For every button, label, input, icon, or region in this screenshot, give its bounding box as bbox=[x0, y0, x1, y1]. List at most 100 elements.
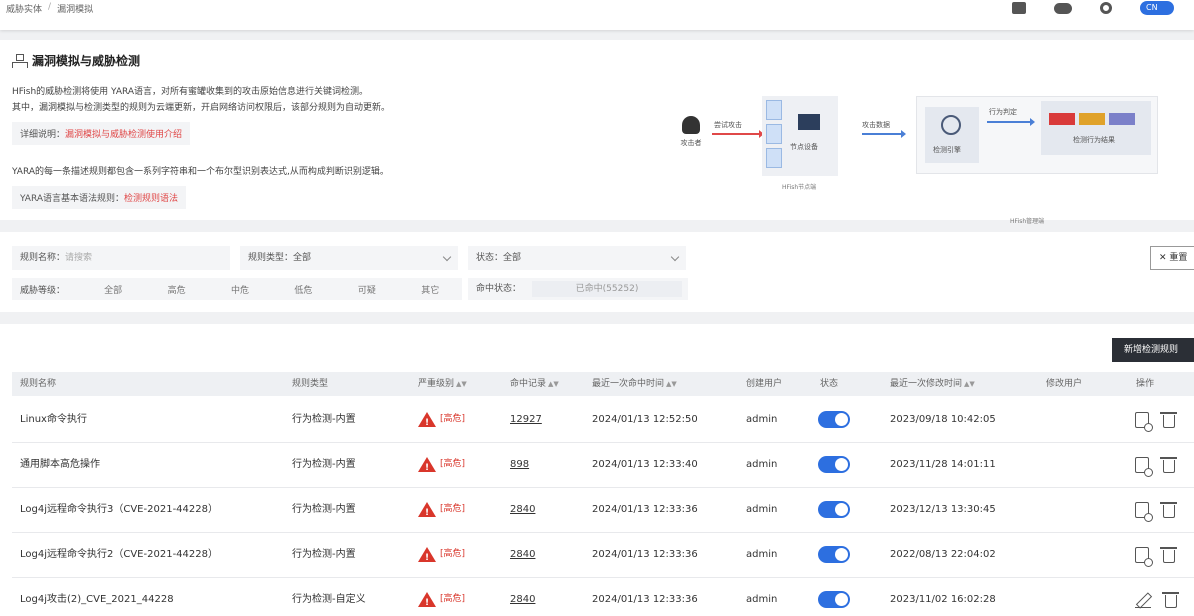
detail-link[interactable]: 漏洞模拟与威胁检测使用介绍 bbox=[65, 130, 182, 140]
last-mod-cell: 2023/11/02 16:02:28 bbox=[890, 594, 996, 605]
status-toggle[interactable] bbox=[818, 501, 850, 518]
chevron-down-icon bbox=[670, 252, 680, 262]
top-bar: 威胁实体 / 漏洞模拟 CN bbox=[0, 0, 1194, 30]
level-option-medium[interactable]: 中危 bbox=[208, 283, 271, 296]
rule-type-cell: 行为检测-内置 bbox=[292, 549, 356, 560]
gear-icon[interactable] bbox=[1100, 2, 1112, 14]
threat-level-filter: 威胁等级： 全部 高危 中危 低危 可疑 其它 bbox=[12, 278, 462, 300]
th-status: 状态 bbox=[820, 379, 839, 389]
intro-description: HFish的威胁检测将使用 YARA语言，对所有蜜罐收集到的攻击原始信息进行关键… bbox=[12, 84, 472, 116]
hit-count-link[interactable]: 2840 bbox=[510, 488, 535, 532]
rule-type-cell: 行为检测-内置 bbox=[292, 504, 356, 515]
edit-icon[interactable] bbox=[1135, 592, 1151, 608]
hit-count-link[interactable]: 12927 bbox=[510, 398, 542, 442]
node-device-box: 节点设备 bbox=[762, 96, 838, 176]
attack-arrow-label: 尝试攻击 bbox=[714, 121, 742, 129]
detail-label: 详细说明： bbox=[20, 130, 66, 140]
trash-icon[interactable] bbox=[1160, 412, 1177, 428]
yara-description: YARA的每一条描述规则都包含一系列字符串和一个布尔型识别表达式,从而构成判断识… bbox=[12, 167, 389, 177]
result-chip-mid bbox=[1079, 113, 1105, 125]
row-actions bbox=[1135, 502, 1177, 522]
last-mod-cell: 2023/09/18 10:42:05 bbox=[890, 414, 996, 425]
engine-label: 检测引擎 bbox=[933, 146, 961, 154]
rule-type-cell: 行为检测-自定义 bbox=[292, 594, 366, 605]
view-detail-icon[interactable] bbox=[1135, 547, 1153, 567]
behavior-arrow bbox=[987, 118, 1035, 126]
rule-type-cell: 行为检测-内置 bbox=[292, 414, 356, 425]
page-title: 漏洞模拟与威胁检测 bbox=[12, 52, 140, 69]
chat-icon[interactable] bbox=[1054, 2, 1072, 14]
yara-tag: YARA语言基本语法规则：检测规则语法 bbox=[12, 186, 187, 209]
warning-triangle-icon bbox=[418, 456, 436, 476]
hit-count-link[interactable]: 2840 bbox=[510, 578, 535, 616]
rule-type-cell: 行为检测-内置 bbox=[292, 459, 356, 470]
status-toggle[interactable] bbox=[818, 546, 850, 563]
th-last-mod[interactable]: 最近一次修改时间 ▲▼ bbox=[890, 372, 975, 396]
view-detail-icon[interactable] bbox=[1135, 457, 1153, 477]
chevron-down-icon bbox=[442, 252, 452, 262]
severity-text: [高危] bbox=[440, 459, 466, 469]
breadcrumb-item-entity[interactable]: 威胁实体 bbox=[6, 2, 42, 15]
severity-cell: [高危] bbox=[418, 591, 466, 611]
node-caption: HFish节点端 bbox=[782, 184, 817, 191]
manager-box: 检测引擎 行为判定 检测行为结果 bbox=[916, 96, 1158, 174]
reset-button[interactable]: ✕ 重置 bbox=[1150, 246, 1194, 270]
rule-name-label: 规则名称： bbox=[20, 253, 66, 263]
rule-name-cell: Log4j远程命令执行2（CVE-2021-44228） bbox=[20, 549, 218, 560]
add-rule-button[interactable]: 新增检测规则 bbox=[1112, 338, 1194, 362]
language-toggle[interactable]: CN bbox=[1140, 1, 1174, 15]
table-row: Log4j远程命令执行3（CVE-2021-44228） 行为检测-内置 [高危] 2… bbox=[12, 488, 1194, 533]
row-actions bbox=[1135, 592, 1179, 608]
severity-text: [高危] bbox=[440, 594, 466, 604]
breadcrumb: 威胁实体 / 漏洞模拟 bbox=[6, 2, 93, 15]
yara-label: YARA语言基本语法规则： bbox=[20, 194, 125, 204]
view-detail-icon[interactable] bbox=[1135, 502, 1153, 522]
level-option-low[interactable]: 低危 bbox=[272, 283, 335, 296]
level-option-suspicious[interactable]: 可疑 bbox=[335, 283, 398, 296]
rule-name-cell: Log4j攻击(2)_CVE_2021_44228 bbox=[20, 594, 174, 605]
severity-cell: [高危] bbox=[418, 501, 465, 521]
attack-data-label: 攻击数据 bbox=[862, 121, 890, 129]
rule-type-select[interactable]: 规则类型：全部 bbox=[240, 246, 458, 270]
node-device-label: 节点设备 bbox=[790, 143, 818, 151]
status-toggle[interactable] bbox=[818, 591, 850, 608]
hit-status-label: 命中状态： bbox=[476, 284, 522, 294]
view-detail-icon[interactable] bbox=[1135, 412, 1153, 432]
creator-cell: admin bbox=[746, 414, 778, 425]
level-option-all[interactable]: 全部 bbox=[81, 283, 144, 296]
th-hits[interactable]: 命中记录 ▲▼ bbox=[510, 372, 559, 396]
rule-name-filter[interactable]: 规则名称：请搜索 bbox=[12, 246, 230, 270]
status-select[interactable]: 状态：全部 bbox=[468, 246, 686, 270]
report-icon[interactable] bbox=[1012, 2, 1026, 14]
result-label: 检测行为结果 bbox=[1073, 136, 1115, 144]
th-last-hit[interactable]: 最近一次命中时间 ▲▼ bbox=[592, 372, 677, 396]
result-box: 检测行为结果 bbox=[1041, 101, 1151, 155]
yara-link[interactable]: 检测规则语法 bbox=[124, 194, 178, 204]
last-hit-cell: 2024/01/13 12:33:40 bbox=[592, 459, 698, 470]
status-toggle[interactable] bbox=[818, 456, 850, 473]
creator-cell: admin bbox=[746, 459, 778, 470]
manager-caption: HFish管理端 bbox=[1010, 218, 1045, 225]
status-toggle[interactable] bbox=[818, 411, 850, 428]
level-option-other[interactable]: 其它 bbox=[399, 283, 462, 296]
th-ops: 操作 bbox=[1136, 379, 1155, 389]
rule-name-cell: Log4j远程命令执行3（CVE-2021-44228） bbox=[20, 504, 218, 515]
trash-icon[interactable] bbox=[1160, 547, 1177, 563]
level-option-high[interactable]: 高危 bbox=[145, 283, 208, 296]
table-header: 规则名称 规则类型 严重级别 ▲▼ 命中记录 ▲▼ 最近一次命中时间 ▲▼ 创建用户 … bbox=[12, 372, 1194, 396]
behavior-label: 行为判定 bbox=[989, 108, 1017, 116]
architecture-diagram: 攻击者 尝试攻击 节点设备 HFish节点端 攻击数据 检测引擎 行为判定 检测… bbox=[670, 96, 1160, 225]
trash-icon[interactable] bbox=[1160, 457, 1177, 473]
table-row: Log4j攻击(2)_CVE_2021_44228 行为检测-自定义 [高危] 284… bbox=[12, 578, 1194, 616]
hit-count-link[interactable]: 2840 bbox=[510, 533, 535, 577]
th-severity[interactable]: 严重级别 ▲▼ bbox=[418, 372, 467, 396]
rule-name-placeholder: 请搜索 bbox=[65, 253, 93, 263]
hit-count-link[interactable]: 898 bbox=[510, 443, 529, 487]
warning-triangle-icon bbox=[418, 411, 436, 431]
last-hit-cell: 2024/01/13 12:33:36 bbox=[592, 504, 698, 515]
hit-status-value[interactable]: 已命中(55252) bbox=[532, 281, 682, 297]
rule-name-cell: Linux命令执行 bbox=[20, 414, 87, 425]
th-type: 规则类型 bbox=[292, 379, 329, 389]
trash-icon[interactable] bbox=[1162, 592, 1179, 608]
trash-icon[interactable] bbox=[1160, 502, 1177, 518]
